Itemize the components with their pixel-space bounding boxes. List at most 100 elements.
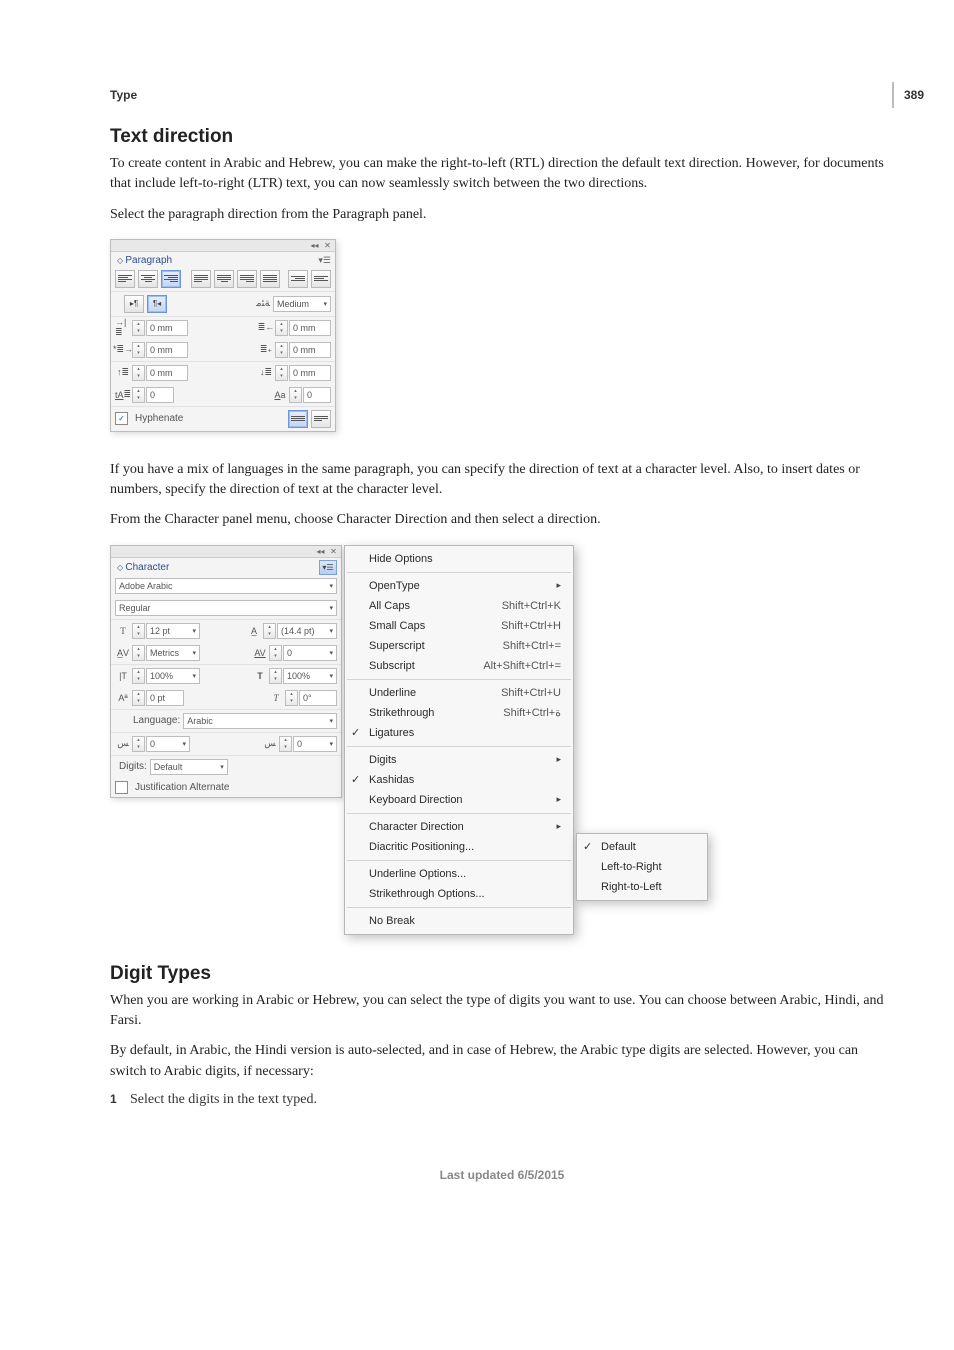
menu-ligatures[interactable]: ✓Ligatures [345, 723, 573, 743]
menu-kashidas[interactable]: ✓Kashidas [345, 770, 573, 790]
menu-diacritic-positioning[interactable]: Diacritic Positioning... [345, 837, 573, 857]
baseline-shift-spinner[interactable]: ▴▾ [132, 690, 145, 706]
collapse-icon[interactable]: ◂◂ [316, 548, 325, 555]
menu-strikethrough-options[interactable]: Strikethrough Options... [345, 884, 573, 904]
align-right-button[interactable] [161, 270, 181, 288]
font-size-spinner[interactable]: ▴▾ [132, 623, 145, 639]
space-before-icon: ↑≣ [115, 366, 131, 380]
leading-spinner[interactable]: ▴▾ [263, 623, 276, 639]
menu-subscript[interactable]: SubscriptAlt+Shift+Ctrl+= [345, 656, 573, 676]
space-after-icon: ↓≣ [258, 366, 274, 380]
digits-label: Digits: [115, 761, 147, 772]
paragraph: When you are working in Arabic or Hebrew… [110, 991, 890, 1032]
menu-underline[interactable]: UnderlineShift+Ctrl+U [345, 683, 573, 703]
diacritic-x-input[interactable]: 0▾ [146, 736, 190, 752]
diacritic-y-spinner[interactable]: ▴▾ [279, 736, 292, 752]
skew-spinner[interactable]: ▴▾ [285, 690, 298, 706]
vscale-icon: |T [115, 669, 131, 683]
justify-left-button[interactable] [191, 270, 211, 288]
tracking-icon: AV [252, 646, 268, 660]
vscale-input[interactable]: 100%▾ [146, 668, 200, 684]
space-before-spinner[interactable]: ▴▾ [132, 365, 145, 381]
submenu-left-to-right[interactable]: Left-to-Right [577, 857, 707, 877]
close-icon[interactable]: ✕ [323, 242, 332, 249]
character-panel-menu: Hide Options OpenType▸ All CapsShift+Ctr… [344, 545, 574, 935]
align-center-button[interactable] [138, 270, 158, 288]
justify-all-button[interactable] [260, 270, 280, 288]
indent-right-spinner[interactable]: ▴▾ [275, 320, 288, 336]
first-line-indent-icon: *≣→ [115, 343, 131, 357]
dropcap-lines-spinner[interactable]: ▴▾ [132, 387, 145, 403]
align-left-button[interactable] [115, 270, 135, 288]
panel-menu-button[interactable]: ▾☰ [319, 560, 337, 575]
hyphenate-label: Hyphenate [135, 413, 183, 424]
align-toward-spine-button[interactable] [288, 270, 308, 288]
last-line-indent-spinner[interactable]: ▴▾ [275, 342, 288, 358]
paragraph: If you have a mix of languages in the sa… [110, 460, 890, 501]
indent-left-spinner[interactable]: ▴▾ [132, 320, 145, 336]
submenu-right-to-left[interactable]: Right-to-Left [577, 877, 707, 897]
kashida-dropdown[interactable]: Medium▾ [273, 296, 331, 312]
collapse-icon[interactable]: ◂◂ [310, 242, 319, 249]
page-number: 389 [892, 82, 924, 108]
hscale-input[interactable]: 100%▾ [283, 668, 337, 684]
paragraph: Select the paragraph direction from the … [110, 205, 890, 225]
kerning-spinner[interactable]: ▴▾ [132, 645, 145, 661]
paragraph-rtl-button[interactable]: ¶◂ [147, 295, 167, 313]
diacritic-x-spinner[interactable]: ▴▾ [132, 736, 145, 752]
menu-character-direction[interactable]: Character Direction▸ [345, 817, 573, 837]
menu-superscript[interactable]: SuperscriptShift+Ctrl+= [345, 636, 573, 656]
menu-keyboard-direction[interactable]: Keyboard Direction▸ [345, 790, 573, 810]
font-family-dropdown[interactable]: Adobe Arabic▾ [115, 578, 337, 594]
hscale-spinner[interactable]: ▴▾ [269, 668, 282, 684]
digits-dropdown[interactable]: Default▾ [150, 759, 228, 775]
font-size-input[interactable]: 12 pt▾ [146, 623, 200, 639]
no-break-icon2-button[interactable] [311, 410, 331, 428]
skew-input[interactable]: 0° [299, 690, 337, 706]
panel-tab-character[interactable]: ◇ Character [113, 561, 173, 574]
panel-menu-button[interactable]: ▾☰ [318, 255, 331, 266]
first-line-indent-input[interactable]: 0 mm [146, 342, 188, 358]
menu-opentype[interactable]: OpenType▸ [345, 576, 573, 596]
leading-input[interactable]: (14.4 pt)▾ [277, 623, 337, 639]
menu-strikethrough[interactable]: StrikethroughShift+Ctrl+ة [345, 703, 573, 723]
space-before-input[interactable]: 0 mm [146, 365, 188, 381]
hyphenate-checkbox[interactable]: ✓ [115, 412, 128, 425]
figure-paragraph-panel: ◂◂ ✕ ◇ Paragraph ▾☰ [110, 239, 894, 432]
panel-tab-paragraph[interactable]: ◇ Paragraph [113, 254, 176, 267]
dropcap-chars-spinner[interactable]: ▴▾ [289, 387, 302, 403]
menu-underline-options[interactable]: Underline Options... [345, 864, 573, 884]
font-style-dropdown[interactable]: Regular▾ [115, 600, 337, 616]
menu-small-caps[interactable]: Small CapsShift+Ctrl+H [345, 616, 573, 636]
justification-alternate-checkbox[interactable]: ✓ [115, 781, 128, 794]
language-dropdown[interactable]: Arabic▾ [183, 713, 337, 729]
figure-character-panel: ◂◂ ✕ ◇ Character ▾☰ Adobe Arabic▾ Regula… [110, 545, 894, 935]
dropcap-chars-input[interactable]: 0 [303, 387, 331, 403]
submenu-default[interactable]: ✓Default [577, 837, 707, 857]
paragraph: From the Character panel menu, choose Ch… [110, 510, 890, 530]
vscale-spinner[interactable]: ▴▾ [132, 668, 145, 684]
paragraph-ltr-button[interactable]: ▸¶ [124, 295, 144, 313]
close-icon[interactable]: ✕ [329, 548, 338, 555]
baseline-shift-input[interactable]: 0 pt [146, 690, 184, 706]
menu-digits[interactable]: Digits▸ [345, 750, 573, 770]
indent-right-input[interactable]: 0 mm [289, 320, 331, 336]
indent-left-input[interactable]: 0 mm [146, 320, 188, 336]
no-break-icon-button[interactable] [288, 410, 308, 428]
last-line-indent-input[interactable]: 0 mm [289, 342, 331, 358]
menu-no-break[interactable]: No Break [345, 911, 573, 931]
dropcap-lines-input[interactable]: 0 [146, 387, 174, 403]
first-line-indent-spinner[interactable]: ▴▾ [132, 342, 145, 358]
tracking-input[interactable]: 0▾ [283, 645, 337, 661]
space-after-spinner[interactable]: ▴▾ [275, 365, 288, 381]
diacritic-y-input[interactable]: 0▾ [293, 736, 337, 752]
justify-right-button[interactable] [237, 270, 257, 288]
justify-center-button[interactable] [214, 270, 234, 288]
tracking-spinner[interactable]: ▴▾ [269, 645, 282, 661]
kerning-input[interactable]: Metrics▾ [146, 645, 200, 661]
space-after-input[interactable]: 0 mm [289, 365, 331, 381]
align-away-spine-button[interactable] [311, 270, 331, 288]
step-item: 1Select the digits in the text typed. [110, 1092, 894, 1108]
menu-all-caps[interactable]: All CapsShift+Ctrl+K [345, 596, 573, 616]
menu-hide-options[interactable]: Hide Options [345, 549, 573, 569]
